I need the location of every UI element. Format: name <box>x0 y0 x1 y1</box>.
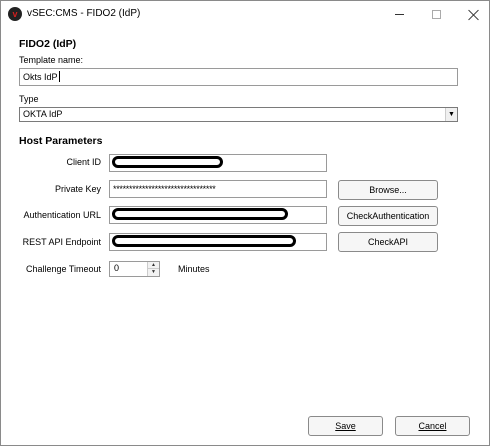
authentication-url-label: Authentication URL <box>23 210 101 220</box>
spin-up-icon[interactable]: ▲ <box>148 262 159 269</box>
host-parameters-heading: Host Parameters <box>19 135 103 147</box>
window-title: vSEC:CMS - FIDO2 (IdP) <box>27 8 141 19</box>
browse-button[interactable]: Browse... <box>338 180 438 200</box>
app-logo-icon: v <box>8 7 22 21</box>
challenge-timeout-stepper[interactable]: 0 ▲ ▼ <box>109 261 160 277</box>
private-key-field[interactable]: ******************************** <box>109 180 327 198</box>
client-id-label: Client ID <box>66 157 101 167</box>
rest-api-endpoint-label: REST API Endpoint <box>22 237 101 247</box>
client-id-field[interactable] <box>109 154 327 172</box>
minimize-icon <box>394 13 404 15</box>
title-bar[interactable]: v vSEC:CMS - FIDO2 (IdP) <box>1 1 489 27</box>
check-api-button[interactable]: CheckAPI <box>338 232 438 252</box>
redaction-mark <box>112 208 288 220</box>
dialog-window: v vSEC:CMS - FIDO2 (IdP) FIDO2 (IdP) Tem… <box>0 0 490 446</box>
challenge-timeout-label: Challenge Timeout <box>25 264 101 274</box>
private-key-label: Private Key <box>54 184 101 194</box>
rest-api-endpoint-field[interactable] <box>109 233 327 251</box>
check-authentication-button[interactable]: CheckAuthentication <box>338 206 438 226</box>
type-selected-value: OKTA IdP <box>23 109 63 119</box>
challenge-timeout-value: 0 <box>114 263 120 273</box>
template-name-field[interactable]: Okts IdP <box>19 68 458 86</box>
maximize-icon <box>431 9 441 19</box>
minutes-label: Minutes <box>178 264 210 274</box>
template-name-label: Template name: <box>19 55 84 65</box>
chevron-down-icon[interactable]: ▼ <box>445 108 457 121</box>
close-button[interactable] <box>451 1 490 27</box>
type-select[interactable]: OKTA IdP ▼ <box>19 107 458 122</box>
text-caret <box>58 71 60 82</box>
redaction-mark <box>112 235 296 247</box>
stepper-buttons: ▲ ▼ <box>147 262 159 276</box>
type-label: Type <box>19 94 39 104</box>
save-button[interactable]: Save <box>308 416 383 436</box>
authentication-url-field[interactable] <box>109 206 327 224</box>
close-icon <box>468 9 479 20</box>
template-name-value: Okts IdP <box>23 72 58 82</box>
form-heading: FIDO2 (IdP) <box>19 38 77 50</box>
redaction-mark <box>112 156 223 168</box>
cancel-button[interactable]: Cancel <box>395 416 470 436</box>
spin-down-icon[interactable]: ▼ <box>148 269 159 276</box>
